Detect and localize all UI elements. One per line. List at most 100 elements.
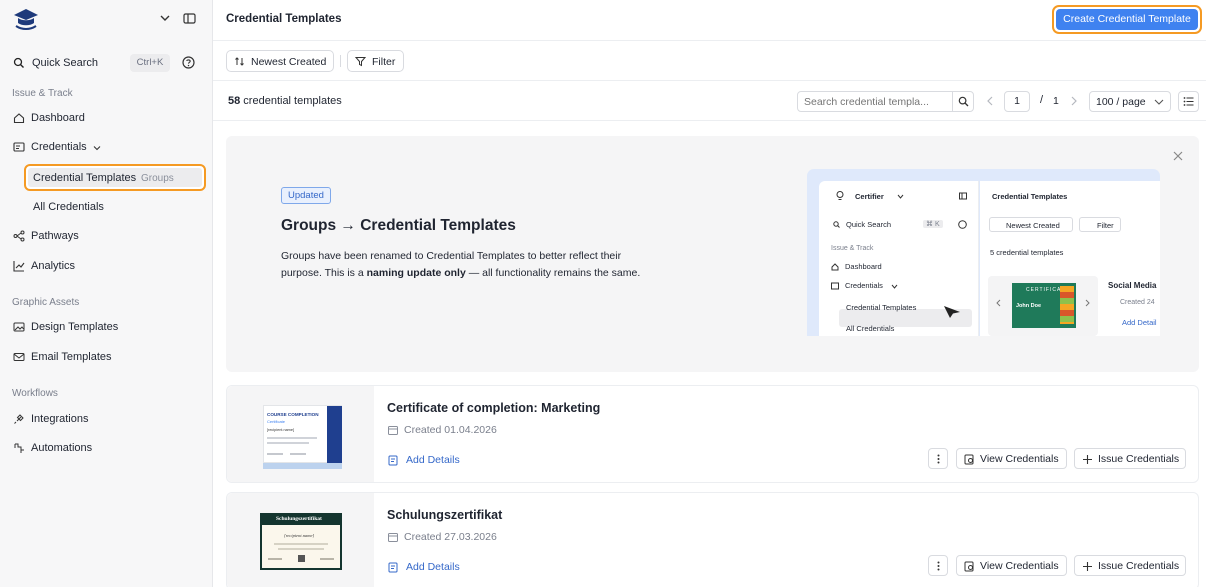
preview-quick-search: Quick Search [846,220,892,229]
chevron-left-icon [996,299,1001,307]
more-options-button[interactable] [928,555,948,576]
issue-credentials-label: Issue Credentials [1098,453,1180,465]
count-text: credential templates [240,95,342,107]
view-credentials-button[interactable]: View Credentials [956,448,1067,469]
close-icon[interactable] [1172,150,1184,162]
app-root: Quick Search Ctrl+K Issue & Track Dashbo… [0,0,1206,587]
issue-credentials-button[interactable]: Issue Credentials [1074,448,1186,469]
chevron-down-icon[interactable] [159,12,171,24]
sidebar-toggle-icon[interactable] [183,12,196,25]
preview-main: Credential Templates Newest Created Filt… [980,181,1160,336]
banner-preview-image: Certifier Quick Search ⌘ K Issue & Track… [807,169,1160,336]
search-icon [958,96,969,107]
preview-dashboard: Dashboard [845,262,882,271]
credential-template-card[interactable]: Schulungszertifikat [recipient.name] Sch… [226,492,1199,587]
certificate-thumbnail: COURSE COMPLETION Certificate [recipient… [263,405,342,464]
help-icon[interactable] [182,56,195,69]
banner-text-bold: naming update only [366,266,466,279]
thumbnail-qr-code [298,555,305,562]
sidebar-item-analytics[interactable]: Analytics [8,253,204,279]
more-vertical-icon [937,561,940,571]
calendar-icon [388,426,398,435]
sidebar-item-credentials[interactable]: Credentials [8,134,204,160]
plus-icon [1083,562,1092,571]
rename-announcement-banner: Updated Groups → Credential Templates Gr… [226,136,1199,372]
template-count: 58 credential templates [228,95,342,107]
lightbulb-icon [836,191,844,200]
list-view-button[interactable] [1178,91,1199,112]
mail-icon [13,353,25,361]
updated-badge: Updated [281,187,331,204]
certificate-thumbnail: Schulungszertifikat [recipient.name] [260,513,342,570]
sidebar-item-pathways[interactable]: Pathways [8,223,204,249]
template-thumbnail[interactable]: COURSE COMPLETION Certificate [recipient… [227,386,374,482]
thumbnail-shadow [263,463,342,469]
thumbnail-signature [268,558,282,560]
template-title[interactable]: Schulungszertifikat [387,508,502,522]
chevron-right-icon[interactable] [1069,95,1079,107]
sidebar: Quick Search Ctrl+K Issue & Track Dashbo… [0,0,213,587]
view-credentials-button[interactable]: View Credentials [956,555,1067,576]
chevron-down-icon [897,194,904,199]
template-title[interactable]: Certificate of completion: Marketing [387,401,600,415]
thumbnail-line [274,543,328,545]
page-number-input[interactable]: 1 [1004,91,1030,112]
divider [340,55,341,67]
sidebar-item-email-templates[interactable]: Email Templates [8,344,204,370]
preview-shortcut: ⌘ K [923,220,943,228]
cursor-icon [944,306,960,318]
more-vertical-icon [937,454,940,464]
thumbnail-side-band [327,406,342,464]
template-thumbnail[interactable]: Schulungszertifikat [recipient.name] [227,493,374,587]
preview-credential-templates: Credential Templates [846,303,917,312]
preview-card-date: Created 24 [1120,299,1155,306]
quick-search[interactable]: Quick Search Ctrl+K [8,52,204,74]
filter-button[interactable]: Filter [347,50,404,72]
page-size-select[interactable]: 100 / page [1089,91,1171,112]
thumbnail-signature [290,453,306,455]
top-bar: Credential Templates Create Credential T… [213,0,1206,41]
search-button[interactable] [952,92,974,111]
add-details-label: Add Details [406,454,460,466]
sidebar-item-design-templates[interactable]: Design Templates [8,314,204,340]
sidebar-item-label: Design Templates [31,321,119,333]
thumbnail-heading: Schulungszertifikat [276,516,322,522]
banner-text-part: — all functionality remains the same. [465,266,641,279]
issue-credentials-button[interactable]: Issue Credentials [1074,555,1186,576]
image-icon [13,322,25,332]
sidebar-item-label: Credential Templates [33,172,137,184]
analytics-icon [13,261,25,272]
sort-icon [235,57,244,66]
count-number: 58 [228,95,241,107]
create-credential-template-button[interactable]: Create Credential Template [1052,5,1202,34]
sidebar-item-integrations[interactable]: Integrations [8,406,204,432]
plug-icon [14,414,24,424]
sidebar-item-credential-templates[interactable]: Credential Templates Groups [24,164,206,191]
preview-card-add: Add Detail [1122,318,1157,327]
banner-title: Groups → Credential Templates [281,217,516,234]
credentials-icon [831,282,839,290]
sidebar-item-dashboard[interactable]: Dashboard [8,105,204,131]
sidebar-item-label: Credentials [31,141,87,153]
sidebar-item-label: Integrations [31,413,89,425]
search-input[interactable] [804,96,954,108]
home-icon [831,263,839,271]
section-graphic-assets: Graphic Assets [12,297,80,308]
chevron-left-icon[interactable] [985,95,995,107]
view-credentials-icon [964,561,974,572]
add-details-icon [388,455,398,466]
credential-template-card[interactable]: COURSE COMPLETION Certificate [recipient… [226,385,1199,483]
add-details-label: Add Details [406,561,460,573]
section-issue-track: Issue & Track [12,88,73,99]
created-date-text: Created 27.03.2026 [404,531,497,543]
sidebar-item-automations[interactable]: Automations [8,435,204,461]
sidebar-item-all-credentials[interactable]: All Credentials [8,194,204,220]
preview-credentials: Credentials [845,281,883,290]
preview-cert-decoration [1060,286,1074,324]
preview-sort-button: Newest Created [989,217,1073,232]
sidebar-item-label: Email Templates [31,351,112,363]
sort-button[interactable]: Newest Created [226,50,334,72]
institution-logo[interactable] [12,8,40,32]
more-options-button[interactable] [928,448,948,469]
preview-all-credentials: All Credentials [846,324,895,333]
